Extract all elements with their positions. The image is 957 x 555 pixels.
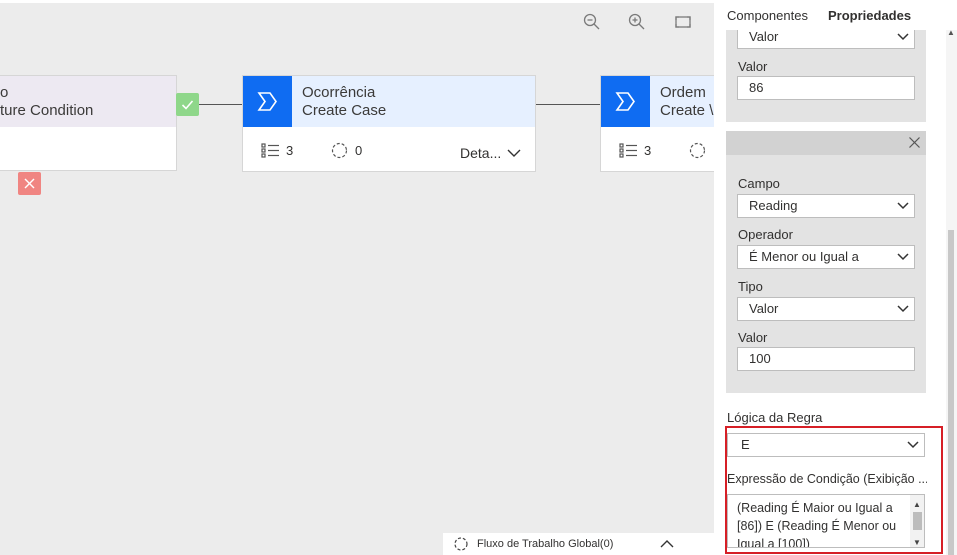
rule-logic-select[interactable]: E xyxy=(727,433,925,457)
valor-input[interactable]: 86 xyxy=(737,76,915,100)
chevron-down-icon xyxy=(897,253,909,261)
loops-count-value: 0 xyxy=(355,143,363,158)
chevron-up-icon[interactable] xyxy=(659,537,675,551)
steps-count: 3 xyxy=(619,142,651,159)
valor-input[interactable]: 100 xyxy=(737,347,915,371)
zoom-out-icon[interactable] xyxy=(582,12,602,32)
rule-header xyxy=(726,131,926,155)
steps-count: 3 xyxy=(261,142,293,159)
chevron-down-icon xyxy=(897,202,909,210)
steps-list-icon xyxy=(619,143,637,158)
tab-propriedades[interactable]: Propriedades xyxy=(828,8,911,23)
true-branch-check-icon[interactable] xyxy=(176,93,199,116)
workflow-node-condition[interactable]: o ture Condition xyxy=(0,75,177,171)
details-label: Deta... xyxy=(460,145,502,161)
campo-label: Campo xyxy=(738,176,780,191)
loops-count xyxy=(688,142,707,159)
scrollbar-thumb[interactable] xyxy=(913,512,922,530)
loop-icon xyxy=(454,537,468,551)
steps-count-value: 3 xyxy=(286,143,294,158)
workflow-node-ordem[interactable]: Ordem Create \ 3 xyxy=(600,75,714,172)
tab-componentes[interactable]: Componentes xyxy=(727,8,808,23)
panel-scrollbar-thumb[interactable] xyxy=(948,230,954,555)
stage-chevron-icon xyxy=(243,76,292,127)
node-subtitle: Create \ xyxy=(660,102,714,119)
tipo-select[interactable]: Valor xyxy=(737,297,915,321)
rule-logic-value: E xyxy=(741,437,750,452)
chevron-down-icon xyxy=(897,33,909,41)
loops-count: 0 xyxy=(330,142,362,159)
tipo-select-value: Valor xyxy=(749,29,779,44)
valor-label: Valor xyxy=(738,330,768,345)
properties-panel: Valor Valor 86 Campo Reading Operador É … xyxy=(714,0,957,555)
operador-label: Operador xyxy=(738,227,793,242)
campo-select-value: Reading xyxy=(749,198,798,213)
scroll-down-arrow-icon[interactable]: ▼ xyxy=(913,534,921,547)
loop-icon xyxy=(689,142,706,159)
chevron-down-icon xyxy=(507,149,521,157)
canvas-top-strip xyxy=(0,0,714,3)
condition-expression-label: Expressão de Condição (Exibição ... xyxy=(727,472,927,486)
rule-block-2: Campo Reading Operador É Menor ou Igual … xyxy=(726,131,926,393)
chevron-down-icon xyxy=(907,441,919,449)
node-title: Ocorrência xyxy=(302,84,376,101)
details-toggle[interactable]: Deta... xyxy=(460,145,521,161)
steps-count-value: 3 xyxy=(644,143,652,158)
valor-label: Valor xyxy=(738,59,768,74)
condition-expression-text: (Reading É Maior ou Igual a [86]) E (Rea… xyxy=(737,501,897,548)
condition-expression-textarea[interactable]: (Reading É Maior ou Igual a [86]) E (Rea… xyxy=(727,494,925,548)
chevron-down-icon xyxy=(897,305,909,313)
global-workflow-bar[interactable]: Fluxo de Trabalho Global(0) xyxy=(443,533,714,555)
rule-logic-label: Lógica da Regra xyxy=(727,410,823,425)
fit-screen-icon[interactable] xyxy=(673,12,693,32)
node-title: o xyxy=(0,84,9,101)
operador-select[interactable]: É Menor ou Igual a xyxy=(737,245,915,269)
steps-list-icon xyxy=(261,143,279,158)
node-title: Ordem xyxy=(660,84,706,101)
connector-line xyxy=(536,104,600,105)
global-workflow-label: Fluxo de Trabalho Global(0) xyxy=(477,538,614,550)
node-subtitle: ture Condition xyxy=(0,102,94,119)
workflow-node-ocorrencia[interactable]: Ocorrência Create Case 3 0 Deta... xyxy=(242,75,536,172)
zoom-in-icon[interactable] xyxy=(627,12,647,32)
false-branch-close-icon[interactable] xyxy=(18,172,41,195)
close-icon[interactable] xyxy=(908,136,921,149)
rule-block-1: Valor Valor 86 xyxy=(726,18,926,122)
textarea-scrollbar[interactable]: ▲ ▼ xyxy=(910,495,924,547)
tipo-select-value: Valor xyxy=(749,301,779,316)
connector-line xyxy=(199,104,242,105)
workflow-canvas[interactable]: o ture Condition Ocorrência Create Case … xyxy=(0,0,714,555)
loop-icon xyxy=(331,142,348,159)
operador-select-value: É Menor ou Igual a xyxy=(749,249,859,264)
tipo-label: Tipo xyxy=(738,279,763,294)
campo-select[interactable]: Reading xyxy=(737,194,915,218)
node-subtitle: Create Case xyxy=(302,102,387,119)
stage-chevron-icon xyxy=(601,76,650,127)
panel-tabs: Componentes Propriedades xyxy=(714,0,957,30)
